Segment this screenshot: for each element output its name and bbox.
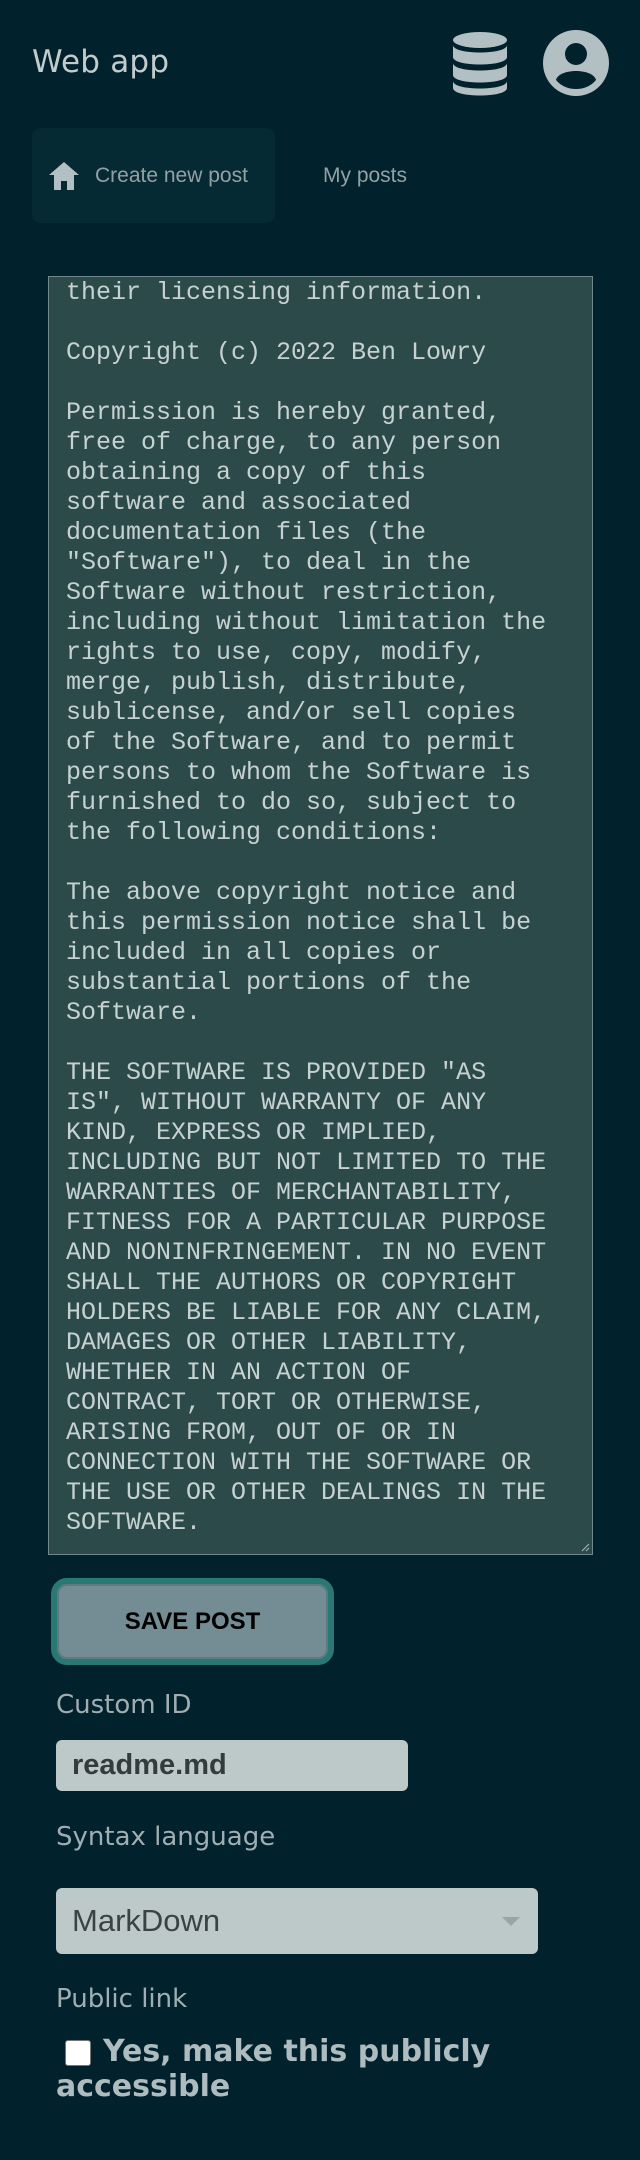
syntax-language-label: Syntax language [56, 1822, 276, 1852]
custom-id-label: Custom ID [56, 1690, 192, 1720]
app-title: Web app [32, 44, 170, 80]
app-header: Web app [0, 0, 640, 128]
dropdown-caret-icon [502, 1917, 520, 1926]
public-link-label: Public link [56, 1984, 188, 2014]
syntax-language-value: MarkDown [72, 1903, 221, 1938]
page: Web app Create new post My posts their l… [0, 0, 640, 2160]
tab-my-posts-label: My posts [323, 163, 408, 187]
tab-create-new-post-label: Create new post [95, 163, 248, 187]
public-checkbox[interactable] [65, 2040, 91, 2066]
custom-id-input[interactable] [56, 1740, 408, 1791]
home-icon [49, 161, 79, 190]
database-icon[interactable] [450, 31, 510, 97]
user-account-icon[interactable] [543, 30, 609, 96]
syntax-language-select[interactable]: MarkDown [56, 1888, 538, 1954]
resize-grip-icon[interactable] [580, 1542, 590, 1552]
tab-create-new-post[interactable]: Create new post [32, 128, 275, 223]
post-content-text: their licensing information. Copyright (… [66, 278, 547, 1537]
public-checkbox-label[interactable]: Yes, make this publicly accessible [56, 2034, 556, 2104]
save-post-button[interactable]: SAVE POST [51, 1578, 334, 1665]
post-content-textarea[interactable]: their licensing information. Copyright (… [48, 276, 593, 1555]
tab-my-posts[interactable]: My posts [323, 128, 463, 223]
